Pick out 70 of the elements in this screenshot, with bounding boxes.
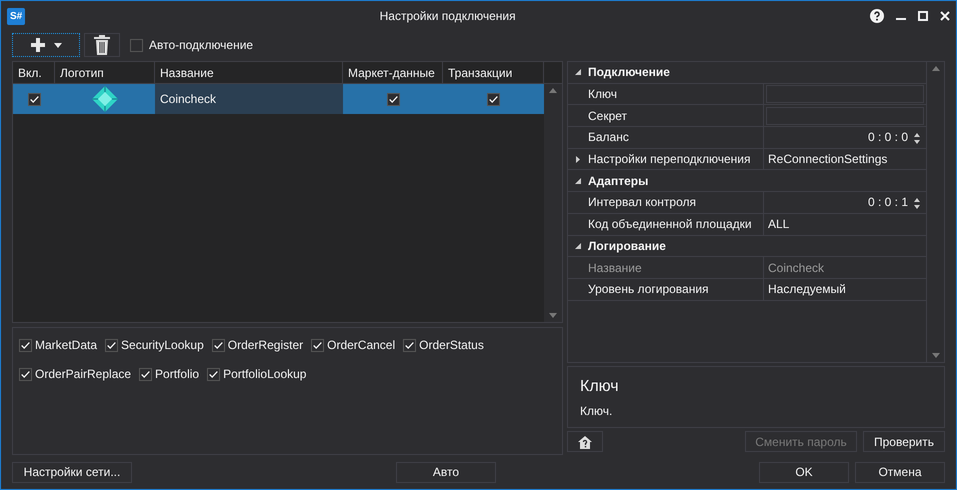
property-label: Секрет xyxy=(588,108,628,125)
expand-icon[interactable] xyxy=(576,156,580,163)
spin-value[interactable]: 0 : 0 : 0 xyxy=(868,128,908,146)
checkbox[interactable] xyxy=(207,368,220,380)
checkbox[interactable] xyxy=(19,368,32,380)
checkbox-label: OrderCancel xyxy=(327,337,396,354)
close-icon[interactable] xyxy=(940,11,950,21)
property-label: Интервал контроля xyxy=(588,194,696,212)
property-label: Код объединенной площадки xyxy=(588,216,752,234)
checkbox[interactable] xyxy=(311,338,324,352)
maximize-icon[interactable] xyxy=(918,11,928,21)
plus-icon xyxy=(30,37,46,53)
spinner-icon[interactable] xyxy=(914,196,920,210)
checkbox-label: Авто-подключение xyxy=(149,37,254,54)
checkbox-label: SecurityLookup xyxy=(121,337,204,354)
description-title: Ключ xyxy=(580,377,620,397)
cancel-button[interactable]: Отмена xyxy=(855,462,945,482)
app-logo: S# xyxy=(7,8,26,24)
scroll-up-icon[interactable] xyxy=(932,66,940,71)
collapse-icon[interactable] xyxy=(575,69,581,76)
scroll-down-icon[interactable] xyxy=(932,353,940,358)
window-title: Настройки подключения xyxy=(378,8,517,25)
collapse-icon[interactable] xyxy=(575,178,581,184)
category-header: Подключение xyxy=(588,64,670,82)
property-value: Наследуемый xyxy=(768,281,846,298)
scroll-down-icon[interactable] xyxy=(549,313,557,318)
checkbox-label: PortfolioLookup xyxy=(223,366,306,383)
property-label: Баланс xyxy=(588,129,629,146)
property-value: Coincheck xyxy=(768,260,824,277)
help-icon[interactable] xyxy=(870,9,884,23)
checkbox-label: Portfolio xyxy=(155,366,200,383)
checkbox[interactable] xyxy=(403,338,416,352)
house-icon xyxy=(578,436,592,449)
delete-button[interactable] xyxy=(84,33,120,57)
spin-value[interactable]: 0 : 0 : 1 xyxy=(868,193,908,212)
category-header: Логирование xyxy=(588,238,666,255)
table-cell-text: Coincheck xyxy=(160,91,216,108)
auto-button[interactable]: Авто xyxy=(396,462,496,482)
home-button[interactable] xyxy=(567,431,603,452)
checkbox[interactable] xyxy=(212,338,225,352)
checkbox-label: OrderRegister xyxy=(228,337,304,354)
property-label: Название xyxy=(588,260,642,277)
verify-button[interactable]: Проверить xyxy=(863,431,945,452)
logo-icon xyxy=(91,85,119,113)
spinner-icon[interactable] xyxy=(914,132,920,145)
collapse-icon[interactable] xyxy=(575,242,581,249)
checkbox-label: OrderStatus xyxy=(419,337,484,354)
table-row[interactable]: Coincheck xyxy=(13,84,544,114)
checkbox-label: MarketData xyxy=(35,337,98,354)
property-label: Уровень логирования xyxy=(588,281,709,298)
checkbox[interactable] xyxy=(19,338,32,352)
trash-icon xyxy=(93,35,111,55)
category-header: Адаптеры xyxy=(588,172,648,190)
description-text: Ключ. xyxy=(580,403,614,420)
checkbox[interactable] xyxy=(386,92,400,106)
checkbox[interactable] xyxy=(487,92,500,106)
checkbox[interactable] xyxy=(105,338,118,352)
property-label: Настройки переподключения xyxy=(588,151,750,168)
checkbox[interactable] xyxy=(28,92,40,106)
add-button[interactable] xyxy=(12,33,80,57)
property-label: Ключ xyxy=(588,86,617,104)
checkbox-label: OrderPairReplace xyxy=(35,366,132,383)
property-value: ALL xyxy=(768,216,790,234)
property-value: ReConnectionSettings xyxy=(768,151,888,168)
ok-button[interactable]: OK xyxy=(759,462,849,482)
checkbox[interactable] xyxy=(139,368,152,380)
caret-icon xyxy=(54,42,62,48)
scroll-up-icon[interactable] xyxy=(549,88,557,93)
checkbox[interactable] xyxy=(130,38,143,52)
network-settings-button[interactable]: Настройки сети... xyxy=(12,462,132,482)
